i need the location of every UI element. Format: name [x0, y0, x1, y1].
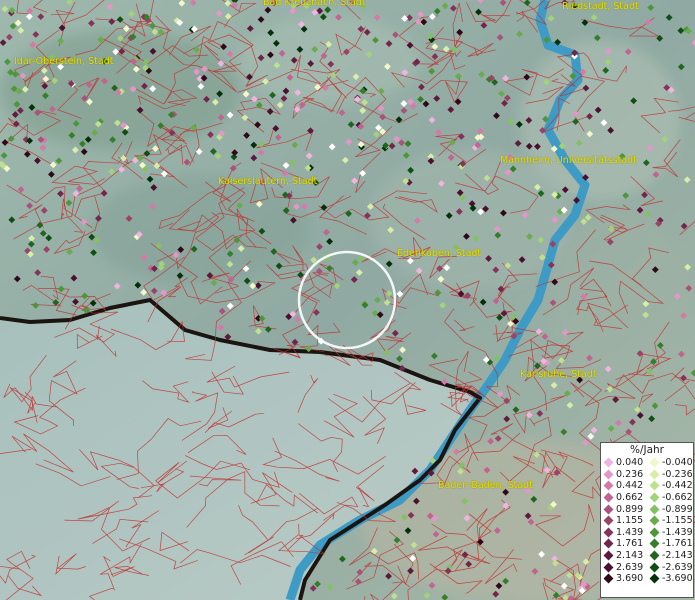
legend-value: -0.442	[662, 480, 693, 492]
legend-value: -1.155	[662, 515, 693, 527]
city-label-bad-kreuznach: Bad Kreuznach, Stadt	[263, 0, 366, 8]
legend-swatch	[603, 504, 614, 515]
legend-row: 0.040 -0.040	[601, 457, 693, 469]
legend-swatch	[649, 492, 660, 503]
city-label-edenkoben: Edenkoben, Stadt	[397, 248, 482, 259]
legend-value: -0.899	[662, 503, 693, 515]
legend-value: -0.040	[662, 457, 693, 469]
legend-swatch	[603, 457, 614, 468]
legend-row: 1.155 -1.155	[601, 515, 693, 527]
legend-negative: -0.442	[647, 480, 693, 491]
legend-swatch	[649, 527, 660, 538]
legend-positive: 0.040	[601, 457, 647, 468]
legend-negative: -0.899	[647, 504, 693, 515]
legend-swatch	[603, 550, 614, 561]
legend-negative: -1.439	[647, 527, 693, 538]
legend-swatch	[649, 562, 660, 573]
legend-negative: -0.662	[647, 492, 693, 503]
legend-negative: -2.143	[647, 550, 693, 561]
legend-positive: 1.155	[601, 515, 647, 526]
legend-swatch	[603, 481, 614, 491]
legend-swatch	[649, 469, 660, 480]
map-canvas[interactable]	[0, 0, 695, 600]
legend-title: %/Jahr	[629, 444, 665, 456]
legend-positive: 2.639	[601, 562, 647, 573]
legend-positive: 0.662	[601, 492, 647, 503]
legend-row: 0.236 -0.236	[601, 469, 693, 481]
legend-positive: 0.236	[601, 469, 647, 480]
legend-rows: 0.040 -0.040 0.236 -0.236 0.442 -0.442 0.662 -0…	[601, 457, 693, 585]
legend-value: -0.236	[662, 468, 693, 480]
legend-swatch	[649, 457, 660, 468]
legend-swatch	[649, 573, 660, 584]
legend-swatch	[649, 481, 660, 491]
legend-negative: -1.155	[647, 515, 693, 526]
legend-row: 2.639 -2.639	[601, 561, 693, 573]
legend-row: 1.439 -1.439	[601, 527, 693, 539]
legend-value: 0.662	[616, 492, 644, 504]
legend-value: 0.236	[616, 468, 644, 480]
city-label-karlsruhe: Karlsruhe, Stadt	[520, 369, 597, 380]
legend: %/Jahr 0.040 -0.040 0.236 -0.236 0.442 -0.442…	[600, 442, 694, 598]
city-label-mannheim: Mannheim, Universitätsstadt	[500, 155, 637, 166]
legend-row: 2.143 -2.143	[601, 550, 693, 562]
legend-swatch	[649, 504, 660, 515]
legend-swatch	[603, 515, 614, 526]
legend-positive: 3.690	[601, 573, 647, 584]
legend-value: -1.439	[662, 526, 693, 538]
legend-value: -0.662	[662, 492, 693, 504]
legend-value: 3.690	[616, 573, 644, 585]
legend-swatch	[603, 562, 614, 573]
legend-negative: -0.236	[647, 469, 693, 480]
legend-negative: -2.639	[647, 562, 693, 573]
legend-swatch	[603, 539, 614, 549]
legend-positive: 1.761	[601, 538, 647, 549]
legend-positive: 1.439	[601, 527, 647, 538]
legend-negative: -0.040	[647, 457, 693, 468]
city-label-baden-baden: Baden-Baden, Stadt	[438, 480, 533, 491]
legend-value: 0.040	[616, 457, 644, 469]
legend-row: 0.442 -0.442	[601, 480, 693, 492]
legend-row: 1.761 -1.761	[601, 538, 693, 550]
legend-value: -1.761	[662, 538, 693, 550]
city-label-kaiserslautern: Kaiserslautern, Stadt	[218, 176, 318, 187]
legend-value: 1.761	[616, 538, 644, 550]
legend-row: 0.662 -0.662	[601, 492, 693, 504]
legend-value: 0.442	[616, 480, 644, 492]
city-label-riedstadt: Riedstadt, Stadt	[562, 1, 639, 12]
legend-value: -3.690	[662, 573, 693, 585]
legend-swatch	[649, 539, 660, 549]
legend-positive: 0.442	[601, 480, 647, 491]
legend-value: 0.899	[616, 503, 644, 515]
legend-value: 1.155	[616, 515, 644, 527]
legend-value: 2.143	[616, 550, 644, 562]
legend-value: 2.639	[616, 561, 644, 573]
legend-positive: 2.143	[601, 550, 647, 561]
city-label-idar-oberstein: Idar-Oberstein, Stadt	[14, 56, 114, 67]
legend-swatch	[603, 527, 614, 538]
legend-negative: -3.690	[647, 573, 693, 584]
legend-positive: 0.899	[601, 504, 647, 515]
legend-negative: -1.761	[647, 538, 693, 549]
legend-swatch	[603, 469, 614, 480]
legend-value: 1.439	[616, 526, 644, 538]
legend-swatch	[649, 550, 660, 561]
legend-row: 3.690 -3.690	[601, 573, 693, 585]
legend-value: -2.639	[662, 561, 693, 573]
legend-swatch	[649, 515, 660, 526]
legend-swatch	[603, 573, 614, 584]
legend-value: -2.143	[662, 550, 693, 562]
legend-row: 0.899 -0.899	[601, 503, 693, 515]
legend-swatch	[603, 492, 614, 503]
